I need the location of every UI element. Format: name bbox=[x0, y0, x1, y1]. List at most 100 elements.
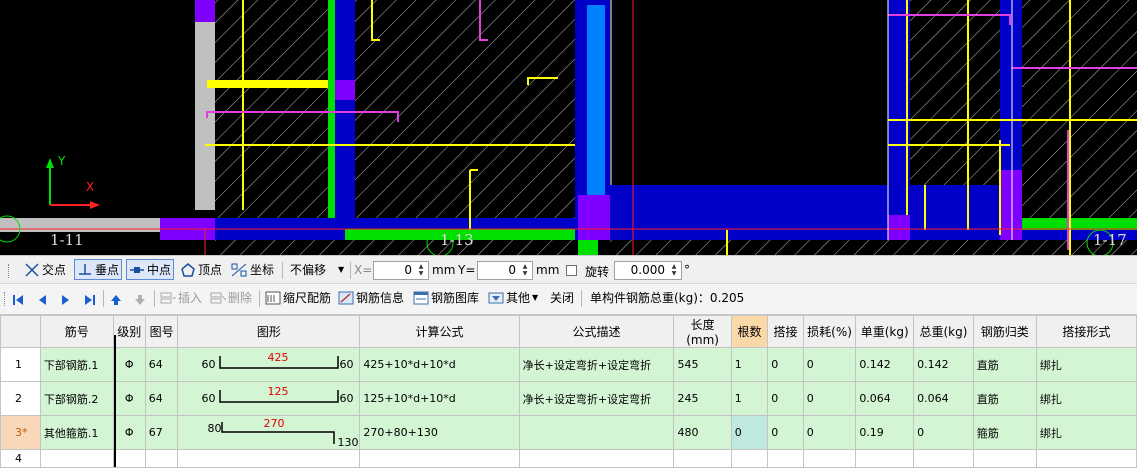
snap-coordinate-button[interactable]: 坐标 bbox=[230, 259, 274, 280]
cell-total-weight[interactable] bbox=[913, 449, 974, 468]
table-row[interactable]: 2 下部钢筋.2 Φ 64 60 125 60 125+10*d+10*d 净长… bbox=[0, 381, 1137, 416]
row-number[interactable]: 4 bbox=[0, 449, 41, 468]
cell-fig[interactable]: 67 bbox=[144, 415, 179, 450]
col-header-total-weight[interactable]: 总重(kg) bbox=[913, 315, 974, 348]
cell-category[interactable]: 直筋 bbox=[972, 381, 1037, 416]
snap-intersection-button[interactable]: 交点 bbox=[24, 259, 66, 280]
close-button[interactable]: 关闭 bbox=[550, 287, 574, 308]
cell-lap[interactable]: 0 bbox=[767, 347, 804, 382]
delete-button[interactable]: 删除 bbox=[210, 287, 252, 308]
rotate-spinner[interactable]: ▲ ▼ bbox=[668, 263, 680, 278]
cell-fig[interactable]: 64 bbox=[144, 381, 179, 416]
cell-grade[interactable]: Φ bbox=[112, 381, 146, 416]
cell-loss[interactable]: 0 bbox=[802, 381, 857, 416]
cell-name[interactable]: 其他箍筋.1 bbox=[39, 415, 114, 450]
rebar-library-button[interactable]: 钢筋图库 bbox=[413, 287, 479, 308]
col-header-loss[interactable]: 损耗(%) bbox=[802, 315, 857, 348]
snap-perpendicular-button[interactable]: 垂点 bbox=[74, 259, 123, 280]
prev-record-button[interactable] bbox=[36, 289, 50, 310]
cell-count[interactable]: 1 bbox=[730, 381, 769, 416]
cell-lap[interactable]: 0 bbox=[767, 381, 804, 416]
cell-formula[interactable]: 270+80+130 bbox=[359, 415, 520, 450]
cell-lap-type[interactable]: 绑扎 bbox=[1035, 415, 1137, 450]
cell-desc[interactable] bbox=[518, 449, 675, 468]
col-header-name[interactable]: 筋号 bbox=[39, 315, 114, 348]
cell-count-selected[interactable]: 0 bbox=[730, 415, 769, 450]
cell-count[interactable] bbox=[730, 449, 769, 468]
table-row[interactable]: 1 下部钢筋.1 Φ 64 60 425 60 425+10*d+10*d 净长… bbox=[0, 347, 1137, 382]
cell-shape[interactable] bbox=[177, 449, 361, 468]
cell-length[interactable]: 245 bbox=[673, 381, 732, 416]
cell-lap[interactable] bbox=[767, 449, 804, 468]
cell-category[interactable] bbox=[972, 449, 1037, 468]
cell-total-weight[interactable]: 0 bbox=[913, 415, 974, 450]
last-record-button[interactable] bbox=[84, 289, 98, 310]
col-header-length[interactable]: 长度(mm) bbox=[673, 315, 732, 348]
col-header-count[interactable]: 根数 bbox=[730, 315, 769, 348]
cell-fig[interactable]: 64 bbox=[144, 347, 179, 382]
rebar-info-button[interactable]: 钢筋信息 bbox=[338, 287, 404, 308]
cell-unit-weight[interactable] bbox=[855, 449, 915, 468]
table-row-current[interactable]: 3* 其他箍筋.1 Φ 67 80 270 130 270+80+130 480… bbox=[0, 415, 1137, 450]
scale-rebar-button[interactable]: 缩尺配筋 bbox=[265, 287, 331, 308]
cell-formula[interactable] bbox=[359, 449, 520, 468]
cell-total-weight[interactable]: 0.064 bbox=[913, 381, 974, 416]
cell-desc[interactable]: 净长+设定弯折+设定弯折 bbox=[518, 381, 675, 416]
cell-length[interactable]: 545 bbox=[673, 347, 732, 382]
cell-formula[interactable]: 425+10*d+10*d bbox=[359, 347, 520, 382]
cell-grade[interactable]: Φ bbox=[112, 347, 146, 382]
first-record-button[interactable] bbox=[12, 289, 26, 310]
col-header-fig[interactable]: 图号 bbox=[144, 315, 179, 348]
cell-grade[interactable]: Φ bbox=[112, 415, 146, 450]
cell-fig[interactable] bbox=[144, 449, 179, 468]
snap-vertex-button[interactable]: 顶点 bbox=[180, 259, 222, 280]
col-header-desc[interactable]: 公式描述 bbox=[518, 315, 675, 348]
col-header-lap-type[interactable]: 搭接形式 bbox=[1035, 315, 1137, 348]
cell-length[interactable] bbox=[673, 449, 732, 468]
cell-lap-type[interactable]: 绑扎 bbox=[1035, 347, 1137, 382]
cell-loss[interactable]: 0 bbox=[802, 415, 857, 450]
cell-desc[interactable] bbox=[518, 415, 675, 450]
col-header-unit-weight[interactable]: 单重(kg) bbox=[855, 315, 915, 348]
cell-lap-type[interactable]: 绑扎 bbox=[1035, 381, 1137, 416]
toolbar-grip[interactable] bbox=[8, 264, 12, 278]
move-up-button[interactable] bbox=[110, 289, 124, 310]
move-down-button[interactable] bbox=[134, 289, 148, 310]
cell-unit-weight[interactable]: 0.142 bbox=[855, 347, 915, 382]
cell-lap[interactable]: 0 bbox=[767, 415, 804, 450]
cell-name[interactable] bbox=[39, 449, 114, 468]
y-input[interactable]: 0 ▲ ▼ bbox=[477, 261, 533, 280]
toolbar-grip[interactable] bbox=[4, 292, 8, 306]
cell-name[interactable]: 下部钢筋.2 bbox=[39, 381, 114, 416]
cell-loss[interactable]: 0 bbox=[802, 347, 857, 382]
cell-shape[interactable]: 80 270 130 bbox=[177, 415, 361, 450]
rotate-checkbox[interactable] bbox=[566, 265, 577, 276]
col-header-formula[interactable]: 计算公式 bbox=[359, 315, 520, 348]
rotate-input[interactable]: 0.000 ▲ ▼ bbox=[614, 261, 682, 280]
x-spinner[interactable]: ▲ ▼ bbox=[415, 263, 427, 278]
col-header-category[interactable]: 钢筋归类 bbox=[972, 315, 1037, 348]
next-record-button[interactable] bbox=[60, 289, 74, 310]
cell-shape[interactable]: 60 125 60 bbox=[177, 381, 361, 416]
y-spinner[interactable]: ▲ ▼ bbox=[519, 263, 531, 278]
cell-name[interactable]: 下部钢筋.1 bbox=[39, 347, 114, 382]
insert-button[interactable]: 插入 bbox=[160, 287, 202, 308]
offset-select[interactable]: 不偏移 ▼ bbox=[290, 259, 344, 280]
table-row-empty[interactable]: 4 bbox=[0, 449, 1137, 468]
cell-desc[interactable]: 净长+设定弯折+设定弯折 bbox=[518, 347, 675, 382]
row-number[interactable]: 1 bbox=[0, 347, 41, 382]
cell-lap-type[interactable] bbox=[1035, 449, 1137, 468]
col-header-shape[interactable]: 图形 bbox=[177, 315, 361, 348]
other-menu-button[interactable]: 其他 ▼ bbox=[488, 287, 538, 308]
cell-shape[interactable]: 60 425 60 bbox=[177, 347, 361, 382]
cell-formula[interactable]: 125+10*d+10*d bbox=[359, 381, 520, 416]
cell-total-weight[interactable]: 0.142 bbox=[913, 347, 974, 382]
cell-category[interactable]: 直筋 bbox=[972, 347, 1037, 382]
cell-loss[interactable] bbox=[802, 449, 857, 468]
snap-midpoint-button[interactable]: 中点 bbox=[126, 259, 175, 280]
cell-count[interactable]: 1 bbox=[730, 347, 769, 382]
cell-category[interactable]: 箍筋 bbox=[972, 415, 1037, 450]
cell-unit-weight[interactable]: 0.19 bbox=[855, 415, 915, 450]
cell-grade[interactable] bbox=[112, 449, 146, 468]
x-input[interactable]: 0 ▲ ▼ bbox=[373, 261, 429, 280]
